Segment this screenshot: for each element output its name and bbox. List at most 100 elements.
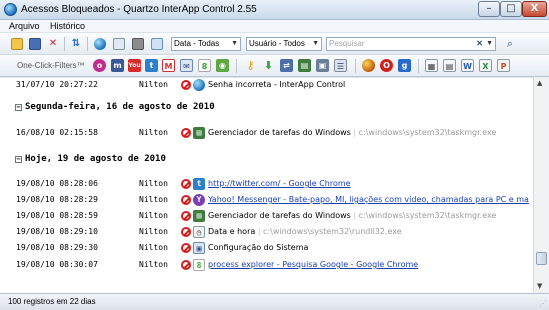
firefox-icon[interactable] (362, 59, 375, 72)
log-user: Nilton (139, 128, 168, 137)
menu-bar: Arquivo Histórico (0, 20, 549, 33)
record-count-status: 100 registros em 22 dias (8, 297, 96, 306)
app-globe-icon (4, 3, 17, 16)
chevron-down-icon[interactable]: ▼ (486, 38, 493, 50)
search-input[interactable]: Pesquisar ✕ ▼ (326, 37, 496, 51)
menu-arquivo[interactable]: Arquivo (9, 21, 40, 31)
log-row[interactable]: 19/08/10 08:29:10 Nilton ◷ Data e horac:… (0, 225, 533, 239)
properties-icon[interactable] (151, 38, 163, 50)
scrollbar-thumb[interactable] (536, 252, 547, 265)
log-user: Nilton (139, 211, 168, 220)
maximize-button[interactable]: □ (500, 1, 522, 17)
minimize-button[interactable]: – (478, 1, 500, 17)
open-folder-icon[interactable] (11, 38, 23, 50)
log-title-link[interactable]: Yahoo! Messenger - Bate-papo, MI, ligaçõ… (208, 193, 529, 207)
gmail-icon[interactable]: M (162, 59, 175, 72)
orkut-icon[interactable]: o (93, 59, 106, 72)
network-icon[interactable]: ⇄ (280, 59, 293, 72)
chrome-icon[interactable]: ◉ (216, 59, 229, 72)
log-group-title: Segunda-feira, 16 de agosto de 2010 (25, 102, 215, 112)
log-user: Nilton (139, 195, 168, 204)
computer-icon[interactable]: ▣ (316, 59, 329, 72)
log-row[interactable]: 19/08/10 08:28:06 Nilton t http://twitte… (0, 177, 533, 191)
scroll-up-arrow-icon[interactable]: ▲ (537, 79, 542, 87)
toolbar-separator (355, 59, 356, 73)
youtube-icon[interactable]: You (128, 59, 141, 72)
date-filter-value: Data - Todas (174, 39, 220, 48)
globe-icon (193, 79, 205, 91)
sysconfig-icon: ▣ (193, 242, 205, 254)
log-row[interactable]: 19/08/10 08:28:59 Nilton ▤ Gerenciador d… (0, 209, 533, 223)
globe-icon[interactable] (94, 38, 106, 50)
stop-icon[interactable] (132, 38, 144, 50)
blocked-icon (181, 80, 191, 90)
log-datetime: 19/08/10 08:28:59 (16, 211, 98, 220)
menu-historico[interactable]: Histórico (50, 21, 85, 31)
toolbar-separator (64, 37, 65, 51)
taskmgr-icon[interactable]: ▤ (298, 59, 311, 72)
taskmgr-icon: ▤ (193, 210, 205, 222)
blocked-access-log: 31/07/10 20:27:22 Nilton Senha incorreta… (0, 77, 533, 293)
search-placeholder: Pesquisar (329, 39, 365, 48)
log-datetime: 19/08/10 08:28:29 (16, 195, 98, 204)
log-row[interactable]: 19/08/10 08:30:07 Nilton 8 process explo… (0, 258, 533, 272)
delete-icon[interactable]: ✕ (47, 38, 59, 50)
log-user: Nilton (139, 179, 168, 188)
window-icon[interactable] (113, 38, 125, 50)
save-icon[interactable] (29, 38, 41, 50)
g-app-icon[interactable]: g (398, 59, 411, 72)
blocked-icon (181, 227, 191, 237)
log-datetime: 19/08/10 08:29:10 (16, 227, 98, 236)
status-bar: 100 registros em 22 dias ⋰ (0, 293, 549, 310)
yahoo-icon: Y (193, 194, 205, 206)
user-filter-select[interactable]: Usuário - Todos ▼ (246, 37, 322, 51)
messenger-icon[interactable]: ✉ (180, 59, 193, 72)
twitter-icon: t (193, 178, 205, 190)
date-filter-select[interactable]: Data - Todas ▼ (171, 37, 241, 51)
log-row[interactable]: 31/07/10 20:27:22 Nilton Senha incorreta… (0, 78, 533, 92)
log-title-link[interactable]: process explorer - Pesquisa Google - Goo… (208, 258, 418, 272)
vertical-scrollbar[interactable]: ▲ ▼ (533, 77, 549, 293)
close-button[interactable]: X (522, 1, 547, 17)
log-path: c:\windows\system32\rundll32.exe (255, 227, 401, 236)
clear-search-icon[interactable]: ✕ (476, 38, 483, 50)
powerpoint-document-icon[interactable]: P (497, 59, 510, 72)
log-row[interactable]: 19/08/10 08:28:29 Nilton Y Yahoo! Messen… (0, 193, 533, 207)
title-bar: Acessos Bloqueados - Quartzo InterApp Co… (0, 0, 549, 20)
myspace-icon[interactable]: m (111, 59, 124, 72)
refresh-arrows-icon[interactable]: ⇅ (70, 38, 82, 50)
collapse-toggle-icon[interactable]: − (15, 156, 22, 163)
collapse-toggle-icon[interactable]: − (15, 104, 22, 111)
log-row[interactable]: 19/08/10 08:29:30 Nilton ▣ Configuração … (0, 241, 533, 255)
log-group-header[interactable]: − Hoje, 19 de agosto de 2010 (0, 152, 533, 166)
scroll-down-arrow-icon[interactable]: ▼ (537, 282, 542, 290)
log-datetime: 19/08/10 08:30:07 (16, 260, 98, 269)
log-datetime: 19/08/10 08:28:06 (16, 179, 98, 188)
log-row[interactable]: 16/08/10 02:15:58 Nilton ▤ Gerenciador d… (0, 126, 533, 140)
chevron-down-icon: ▼ (312, 40, 319, 47)
blocked-icon (181, 260, 191, 270)
key-icon[interactable]: ⚷ (244, 59, 257, 72)
opera-icon[interactable]: O (380, 59, 393, 72)
google-icon: 8 (193, 259, 205, 271)
log-user: Nilton (139, 80, 168, 89)
control-panel-icon[interactable]: ☰ (334, 59, 347, 72)
log-group-header[interactable]: − Segunda-feira, 16 de agosto de 2010 (0, 100, 533, 114)
search-icon[interactable]: ⌕ (504, 38, 516, 50)
log-title: Configuração do Sistema (208, 243, 309, 252)
word-document-icon[interactable]: W (461, 59, 474, 72)
user-filter-value: Usuário - Todos (249, 39, 305, 48)
log-path: c:\windows\system32\taskmgr.exe (351, 211, 497, 220)
google-icon[interactable]: 8 (198, 59, 211, 72)
log-title-link[interactable]: http://twitter.com/ - Google Chrome (208, 177, 351, 191)
document-icon[interactable]: ▦ (425, 59, 438, 72)
document-icon[interactable]: ▤ (443, 59, 456, 72)
download-arrow-icon[interactable]: ⬇ (262, 59, 275, 72)
toolbar-separator (236, 59, 237, 73)
resize-grip-icon[interactable]: ⋰ (539, 299, 547, 308)
log-user: Nilton (139, 260, 168, 269)
toolbar-separator (87, 37, 88, 51)
excel-document-icon[interactable]: X (479, 59, 492, 72)
main-toolbar: ✕ ⇅ Data - Todas ▼ Usuário - Todos ▼ Pes… (0, 33, 549, 55)
twitter-icon[interactable]: t (145, 59, 158, 72)
